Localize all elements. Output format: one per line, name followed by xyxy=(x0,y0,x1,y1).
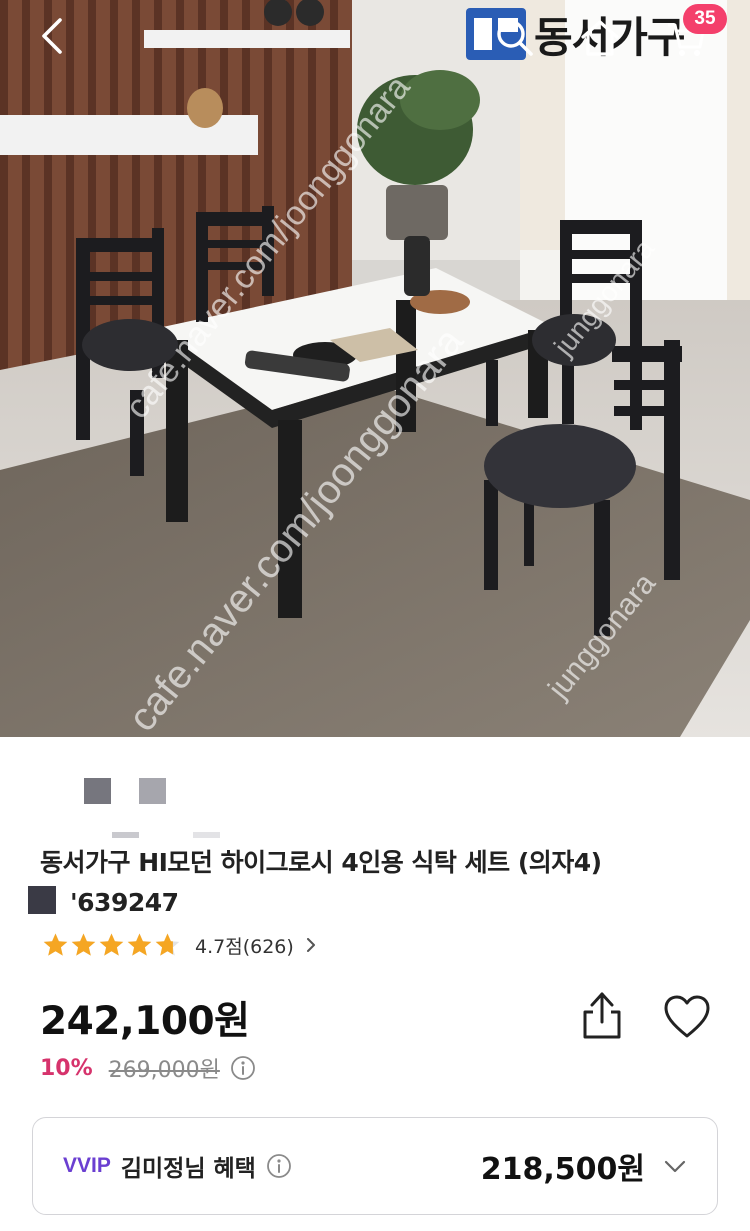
product-title-block: 동서가구 HI모던 하이그로시 4인용 식탁 세트 (의자4) '639247 xyxy=(40,843,730,923)
vvip-benefit-box[interactable]: VVIP 김미정님 혜택 218,500원 xyxy=(32,1117,718,1215)
image-thumbnail-strip xyxy=(0,737,750,838)
home-button[interactable] xyxy=(578,16,622,60)
thumbnail-swatch xyxy=(112,832,139,838)
info-icon[interactable] xyxy=(230,1055,256,1081)
back-icon xyxy=(42,18,62,54)
thumbnail-swatch xyxy=(193,832,220,838)
vvip-price: 218,500원 xyxy=(480,1152,645,1187)
cart-count-badge: 35 xyxy=(683,4,727,34)
star-icon xyxy=(43,933,68,956)
chevron-right-icon xyxy=(306,938,315,952)
discount-row: 10% 269,000원 xyxy=(40,1050,256,1086)
star-icon xyxy=(99,933,124,956)
home-icon xyxy=(581,20,619,56)
heart-icon xyxy=(664,995,710,1038)
sale-price: 242,100원 xyxy=(40,999,250,1044)
chevron-down-icon xyxy=(664,1160,686,1173)
search-icon xyxy=(497,20,533,56)
vvip-tag: VVIP xyxy=(63,1154,111,1177)
search-button[interactable] xyxy=(493,16,537,60)
share-icon xyxy=(583,992,621,1039)
thumbnail-swatch[interactable] xyxy=(139,778,166,804)
share-button[interactable] xyxy=(578,990,626,1042)
product-hero-image[interactable]: cafe.naver.com/joonggonara cafe.naver.co… xyxy=(0,0,750,737)
star-icon xyxy=(71,933,96,956)
rating-stars xyxy=(42,932,181,959)
back-button[interactable] xyxy=(30,14,74,58)
thumbnail-swatch[interactable] xyxy=(84,778,111,804)
vvip-benefit-label: 김미정님 혜택 xyxy=(120,1156,256,1182)
privacy-mask xyxy=(28,886,56,914)
star-icon xyxy=(155,933,180,956)
product-title: 동서가구 HI모던 하이그로시 4인용 식탁 세트 (의자4) xyxy=(40,848,602,877)
original-price: 269,000원 xyxy=(108,1058,220,1083)
discount-rate: 10% xyxy=(40,1055,93,1081)
rating-text: 4.7점(626) xyxy=(195,935,294,958)
rating-row[interactable]: 4.7점(626) xyxy=(42,930,318,960)
star-icon xyxy=(127,933,152,956)
product-code: '639247 xyxy=(70,888,179,917)
like-button[interactable] xyxy=(662,994,712,1040)
info-icon[interactable] xyxy=(266,1153,292,1179)
